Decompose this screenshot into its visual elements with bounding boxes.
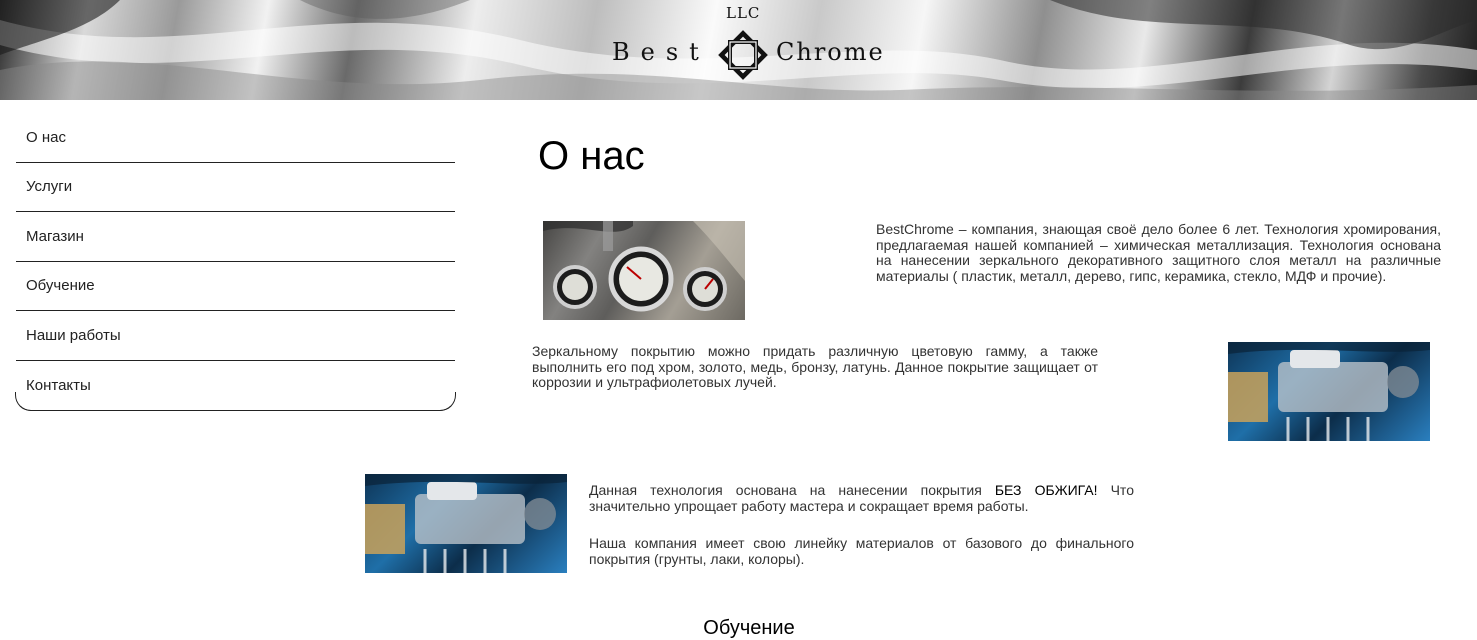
paragraph-3-text-start: Данная технология основана на нанесении …: [589, 482, 995, 498]
sidebar-item-shop[interactable]: Магазин: [16, 212, 455, 262]
no-firing-emphasis: БЕЗ ОБЖИГА!: [994, 482, 1098, 498]
training-section-heading: Обучение: [703, 617, 795, 639]
engine-photo-left: [365, 474, 567, 573]
about-paragraph-1: BestChrome – компания, знающая своё дело…: [876, 221, 1441, 284]
page-title: О нас: [538, 134, 645, 178]
logo-llc-text: LLC: [726, 4, 761, 22]
sidebar-item-training[interactable]: Обучение: [16, 262, 455, 311]
sidebar-item-contacts[interactable]: Контакты: [16, 361, 455, 411]
about-paragraph-2: Зеркальному покрытию можно придать разли…: [532, 343, 1098, 390]
engine-photo-right: [1228, 342, 1430, 441]
gauges-photo: [543, 221, 745, 320]
sidebar-item-about[interactable]: О нас: [16, 113, 455, 163]
logo-chrome-text: Chrome: [776, 38, 885, 66]
celtic-knot-icon: [718, 30, 768, 80]
sidebar-nav: О нас Услуги Магазин Обучение Наши работ…: [15, 113, 456, 411]
brand-logo[interactable]: LLC Best Chrome: [600, 0, 900, 100]
logo-best-text: Best: [612, 38, 710, 66]
header-banner: LLC Best Chrome: [0, 0, 1477, 100]
sidebar-item-our-works[interactable]: Наши работы: [16, 311, 455, 361]
about-paragraph-3: Данная технология основана на нанесении …: [589, 482, 1134, 514]
sidebar-item-services[interactable]: Услуги: [16, 163, 455, 212]
about-paragraph-4: Наша компания имеет свою линейку материа…: [589, 535, 1134, 567]
